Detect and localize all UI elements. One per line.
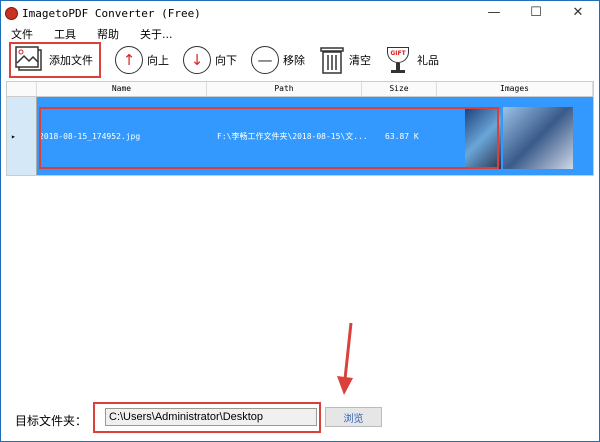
gift-button[interactable]: GIFT 礼品 [385, 42, 439, 78]
minimize-button[interactable]: — [473, 1, 515, 23]
file-table: Name Path Size Images ▸ 2018-08-15_17495… [6, 81, 594, 176]
menu-about[interactable]: 关于... [140, 26, 173, 42]
maximize-button[interactable]: ☐ [515, 1, 557, 23]
add-file-label: 添加文件 [49, 54, 93, 67]
window-title: ImagetoPDF Converter (Free) [22, 6, 201, 20]
app-logo-icon [5, 6, 18, 20]
move-up-button[interactable]: ↑ 向上 [115, 42, 169, 78]
trophy-icon: GIFT [385, 45, 411, 75]
table-row[interactable]: ▸ 2018-08-15_174952.jpg F:\李畅工作文件夹\2018-… [7, 97, 593, 175]
gift-label: 礼品 [417, 54, 439, 67]
clear-label: 清空 [349, 54, 371, 67]
add-file-button[interactable]: 添加文件 [9, 42, 101, 78]
move-down-button[interactable]: ↓ 向下 [183, 42, 237, 78]
menu-file[interactable]: 文件 [11, 26, 33, 42]
image-icon [15, 46, 42, 71]
close-button[interactable]: ✕ [557, 1, 599, 23]
move-down-label: 向下 [215, 54, 237, 67]
column-header-name[interactable]: Name [37, 82, 207, 96]
remove-label: 移除 [283, 54, 305, 67]
menu-tools[interactable]: 工具 [54, 26, 76, 42]
app-window: ImagetoPDF Converter (Free) — ☐ ✕ 文件 工具 … [0, 0, 600, 442]
title-bar: ImagetoPDF Converter (Free) — ☐ ✕ [1, 1, 599, 25]
thumbnail-image [503, 107, 573, 169]
browse-button[interactable]: 浏览 [325, 407, 382, 427]
row-selector-icon[interactable]: ▸ [7, 97, 37, 175]
row-header-corner [7, 82, 37, 96]
output-folder-input[interactable]: C:\Users\Administrator\Desktop [105, 408, 317, 426]
trash-icon [320, 47, 344, 74]
arrow-down-icon: ↓ [183, 46, 211, 74]
clear-button[interactable]: 清空 [319, 42, 371, 78]
arrow-up-icon: ↑ [115, 46, 143, 74]
output-folder-label: 目标文件夹： [15, 413, 88, 428]
red-arrow-annotation [337, 322, 353, 395]
cell-path: F:\李畅工作文件夹\2018-08-15\文... [217, 131, 368, 141]
cell-size: 63.87 K [385, 131, 419, 141]
toolbar: 添加文件 ↑ 向上 ↓ 向下 — 移除 清空 GIFT 礼品 [9, 41, 599, 79]
column-header-path[interactable]: Path [207, 82, 362, 96]
minus-icon: — [251, 46, 279, 74]
column-header-images[interactable]: Images [437, 82, 593, 96]
cell-name: 2018-08-15_174952.jpg [39, 131, 141, 141]
column-header-size[interactable]: Size [362, 82, 437, 96]
remove-button[interactable]: — 移除 [251, 42, 305, 78]
menu-help[interactable]: 帮助 [97, 26, 119, 42]
gift-badge: GIFT [387, 47, 409, 63]
move-up-label: 向上 [147, 54, 169, 67]
thumbnail-image [465, 107, 501, 169]
